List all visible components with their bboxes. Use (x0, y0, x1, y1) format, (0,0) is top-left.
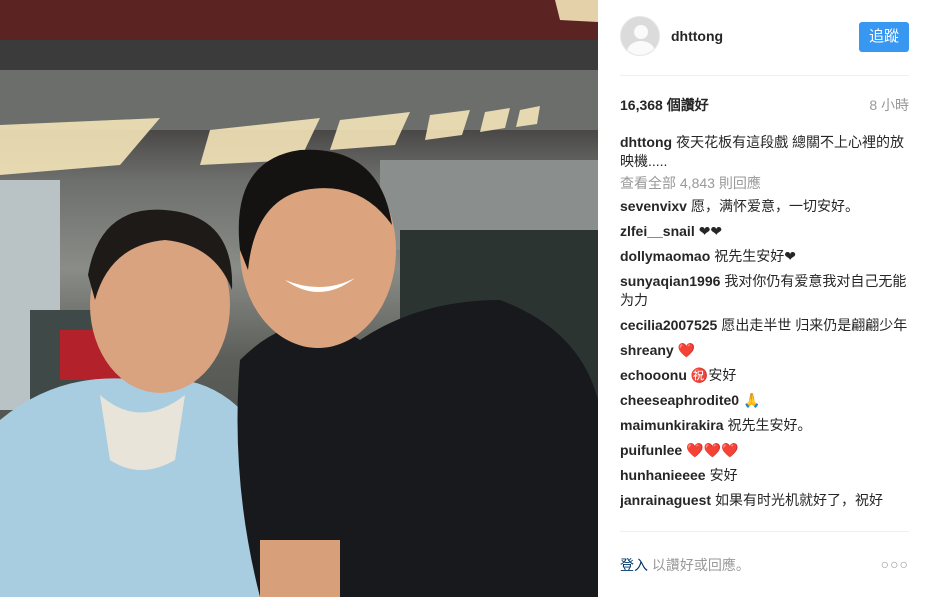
view-all-comments-link[interactable]: 查看全部 4,843 則回應 (620, 174, 909, 193)
login-link[interactable]: 登入 (620, 557, 648, 573)
comment-item: sunyaqian1996 我对你仍有爱意我对自己无能为力 (620, 272, 909, 310)
comment-item: puifunlee ❤️❤️❤️ (620, 441, 909, 460)
comment-text: ❤️ (677, 342, 696, 358)
comments-list[interactable]: dhttong 夜天花板有這段戲 總關不上心裡的放映機..... 查看全部 4,8… (620, 133, 909, 531)
comment-username[interactable]: shreany (620, 342, 674, 358)
post-caption: dhttong 夜天花板有這段戲 總關不上心裡的放映機..... (620, 133, 909, 171)
comment-item: shreany ❤️ (620, 341, 909, 360)
post-footer: 登入 以讚好或回應。 ○○○ (620, 531, 909, 597)
comment-username[interactable]: maimunkirakira (620, 417, 724, 433)
comment-text: 祝先生安好❤ (714, 248, 796, 264)
right-man-arm (260, 540, 340, 597)
comment-item: echooonu ㊗️安好 (620, 366, 909, 385)
comment-username[interactable]: sunyaqian1996 (620, 273, 720, 289)
comment-item: zlfei__snail ❤❤ (620, 222, 909, 241)
comment-username[interactable]: cecilia2007525 (620, 317, 717, 333)
post-header: dhttong 追蹤 (620, 16, 909, 76)
comment-username[interactable]: zlfei__snail (620, 223, 695, 239)
comment-username[interactable]: dollymaomao (620, 248, 710, 264)
avatar-head-shape (634, 25, 648, 39)
comment-username[interactable]: cheeseaphrodite0 (620, 392, 739, 408)
default-avatar-icon[interactable] (620, 16, 660, 56)
post-username[interactable]: dhttong (671, 28, 723, 44)
photo-illustration (0, 0, 598, 597)
comment-item: hunhanieeee 安好 (620, 466, 909, 485)
login-prompt: 登入 以讚好或回應。 (620, 555, 750, 575)
comment-text: 祝先生安好。 (727, 417, 812, 433)
comment-text: ❤❤ (698, 223, 723, 239)
comment-text: 🙏 (743, 392, 761, 408)
comment-text: ㊗️安好 (690, 367, 737, 383)
comment-item: cecilia2007525 愿出走半世 归来仍是翩翩少年 (620, 316, 909, 335)
post-stats: 16,368 個讚好 8 小時 (620, 95, 909, 115)
comment-item: janrainaguest 如果有时光机就好了，祝好 (620, 491, 909, 510)
comment-text: 愿出走半世 归来仍是翩翩少年 (721, 317, 908, 333)
login-prompt-text: 以讚好或回應。 (651, 557, 750, 573)
comment-username[interactable]: janrainaguest (620, 492, 711, 508)
comment-text: 如果有时光机就好了，祝好 (715, 492, 884, 508)
likes-count[interactable]: 16,368 個讚好 (620, 95, 709, 115)
comment-item: cheeseaphrodite0 🙏 (620, 391, 909, 410)
luggage-rack (0, 40, 598, 70)
post-time[interactable]: 8 小時 (869, 95, 909, 115)
comment-username[interactable]: echooonu (620, 367, 687, 383)
comment-username[interactable]: hunhanieeee (620, 467, 706, 483)
avatar-body-shape (627, 41, 655, 55)
comment-username[interactable]: puifunlee (620, 442, 682, 458)
more-options-icon[interactable]: ○○○ (881, 556, 909, 572)
comment-text: ❤️❤️❤️ (686, 442, 739, 458)
comment-text: 愿，满怀爱意，一切安好。 (690, 198, 859, 214)
comment-item: dollymaomao 祝先生安好❤ (620, 247, 909, 266)
follow-button[interactable]: 追蹤 (859, 22, 909, 52)
comment-username[interactable]: sevenvixv (620, 198, 687, 214)
comment-item: sevenvixv 愿，满怀爱意，一切安好。 (620, 197, 909, 216)
post-photo[interactable] (0, 0, 598, 597)
comment-item: maimunkirakira 祝先生安好。 (620, 416, 909, 435)
caption-username[interactable]: dhttong (620, 134, 672, 150)
post-side-panel: dhttong 追蹤 16,368 個讚好 8 小時 dhttong 夜天花板有這… (598, 0, 931, 597)
comment-text: 安好 (709, 467, 738, 483)
